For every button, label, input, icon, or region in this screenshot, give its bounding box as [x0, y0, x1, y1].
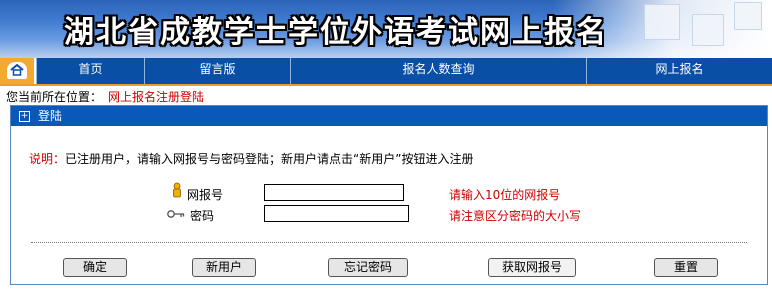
- instructions-label: 说明：: [29, 152, 66, 166]
- nav-item-online-registration[interactable]: 网上报名: [586, 58, 772, 84]
- site-title: 湖北省成教学士学位外语考试网上报名: [64, 15, 608, 50]
- confirm-button[interactable]: 确定: [63, 258, 127, 277]
- password-label: 密码: [190, 209, 215, 223]
- forgot-password-button[interactable]: 忘记密码: [328, 258, 408, 277]
- user-icon: [171, 182, 183, 201]
- reset-button[interactable]: 重置: [654, 258, 718, 277]
- id-hint: 请输入10位的网报号: [449, 188, 561, 202]
- home-icon: [7, 62, 27, 79]
- breadcrumb-prefix: 您当前所在位置：: [6, 90, 103, 104]
- id-label: 网报号: [187, 188, 224, 202]
- instructions-text: 已注册用户，请输入网报号与密码登陆；新用户请点击“新用户”按钮进入注册: [65, 152, 474, 166]
- divider: [31, 242, 747, 243]
- expand-icon: +: [19, 111, 30, 122]
- get-id-button[interactable]: 获取网报号: [488, 258, 576, 277]
- home-button[interactable]: [0, 58, 36, 84]
- new-user-button[interactable]: 新用户: [192, 258, 256, 277]
- password-hint: 请注意区分密码的大小写: [449, 209, 582, 223]
- login-panel: + 登陆 说明：已注册用户，请输入网报号与密码登陆；新用户请点击“新用户”按钮进入…: [10, 105, 768, 285]
- instructions: 说明：已注册用户，请输入网报号与密码登陆；新用户请点击“新用户”按钮进入注册: [29, 150, 473, 167]
- banner-cube: [734, 2, 762, 30]
- nav-item-home[interactable]: 首页: [36, 58, 144, 84]
- banner-cube: [692, 14, 724, 46]
- id-input[interactable]: [264, 184, 404, 201]
- nav-item-guestbook[interactable]: 留言版: [144, 58, 290, 84]
- breadcrumb: 您当前所在位置： 网上报名注册登陆: [6, 88, 204, 105]
- password-input[interactable]: [264, 205, 409, 222]
- banner-cube: [644, 4, 680, 40]
- breadcrumb-current[interactable]: 网上报名注册登陆: [108, 90, 204, 104]
- nav-item-registration-count[interactable]: 报名人数查询: [290, 58, 586, 84]
- main-nav: 首页 留言版 报名人数查询 网上报名: [0, 58, 772, 86]
- panel-header: + 登陆: [11, 106, 767, 126]
- header-banner: 湖北省成教学士学位外语考试网上报名: [0, 0, 772, 58]
- key-icon: [167, 208, 185, 222]
- panel-title: 登陆: [38, 109, 63, 123]
